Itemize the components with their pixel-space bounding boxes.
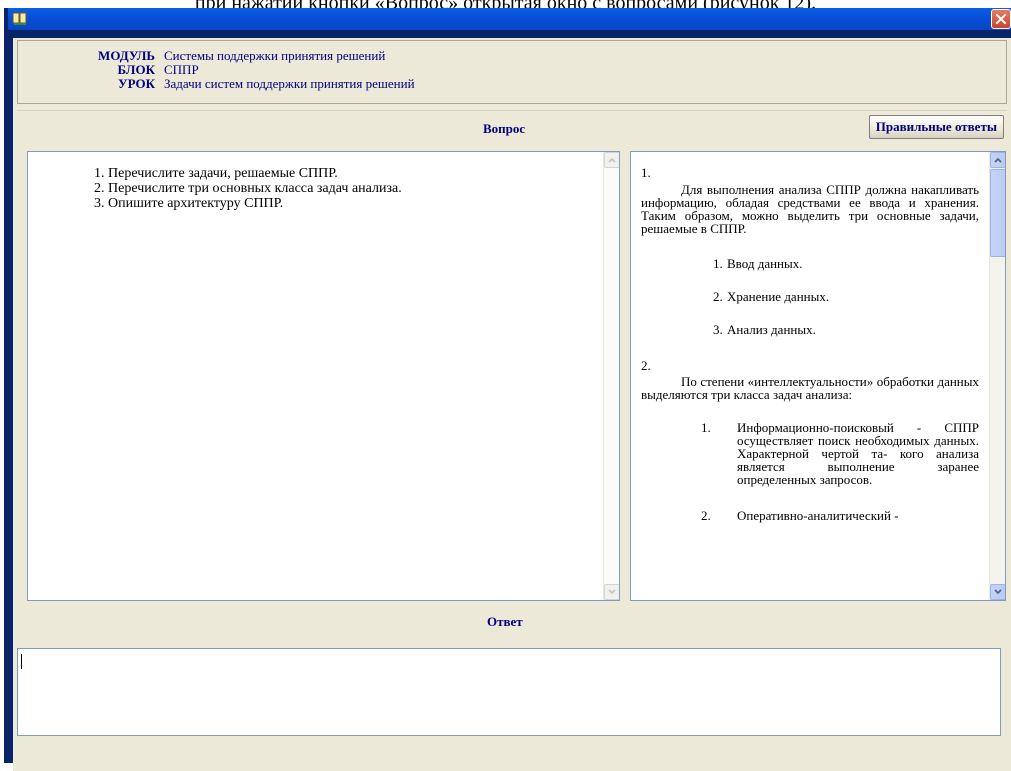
question-header-bar: Вопрос Правильные ответы bbox=[17, 110, 1007, 145]
block-value: СППР bbox=[164, 62, 199, 77]
correct-answers-pane[interactable]: 1. Для выполнения анализа СППР должна на… bbox=[630, 151, 1006, 601]
answer-1-paragraph: Для выполнения анализа СППР должна накап… bbox=[641, 182, 979, 236]
question-scrollbar[interactable] bbox=[603, 152, 619, 600]
answer-2-paragraph: По степени «интеллектуальности» обработк… bbox=[641, 374, 979, 402]
answer-2-item: 1. Информационно-поисковый - СППР осущест… bbox=[641, 421, 979, 486]
item-text: Хранение данных. bbox=[727, 289, 830, 304]
correct-answers-button[interactable]: Правильные ответы bbox=[868, 115, 1004, 139]
correct-answers-text: 1. Для выполнения анализа СППР должна на… bbox=[641, 166, 979, 522]
chevron-up-icon bbox=[994, 157, 1002, 163]
answer-input[interactable] bbox=[17, 648, 1001, 736]
scroll-up-button[interactable] bbox=[604, 152, 619, 168]
scroll-down-button[interactable] bbox=[990, 584, 1005, 600]
question-item: 3. Опишите архитектуру СППР. bbox=[94, 196, 284, 211]
item-text: Анализ данных. bbox=[727, 322, 816, 337]
answers-scrollbar[interactable] bbox=[989, 152, 1005, 600]
item-number: 3. bbox=[713, 322, 723, 337]
lesson-label: УРОК bbox=[118, 76, 155, 91]
answer-title: Ответ bbox=[487, 614, 523, 629]
text-caret bbox=[21, 654, 22, 669]
lesson-value: Задачи систем поддержки принятия решений bbox=[164, 76, 415, 91]
chevron-down-icon bbox=[994, 589, 1002, 595]
window-client-area: МОДУЛЬ Системы поддержки принятия решени… bbox=[13, 38, 1011, 771]
title-bar[interactable] bbox=[8, 8, 1011, 30]
app-book-icon bbox=[12, 12, 27, 25]
block-label: БЛОК bbox=[117, 62, 156, 77]
answer-1-item: 2. Хранение данных. bbox=[641, 290, 979, 303]
item-text: Ввод данных. bbox=[727, 256, 803, 271]
question-list: 1. Перечислите задачи, решаемые СППР. 2.… bbox=[94, 166, 402, 211]
answer-1-item: 1. Ввод данных. bbox=[641, 257, 979, 270]
chevron-down-icon bbox=[608, 589, 616, 595]
answer-1-item: 3. Анализ данных. bbox=[641, 323, 979, 336]
scroll-down-button[interactable] bbox=[604, 584, 619, 600]
question-item: 2. Перечислите три основных класса задач… bbox=[94, 181, 402, 196]
module-label: МОДУЛЬ bbox=[98, 48, 155, 63]
item-number: 1. bbox=[713, 256, 723, 271]
lesson-info-panel: МОДУЛЬ Системы поддержки принятия решени… bbox=[17, 40, 1007, 104]
scroll-up-button[interactable] bbox=[990, 152, 1005, 168]
module-value: Системы поддержки принятия решений bbox=[164, 48, 386, 63]
close-button[interactable] bbox=[991, 9, 1011, 29]
item-text: Оперативно-аналитический - bbox=[737, 508, 899, 523]
item-number: 1. bbox=[701, 420, 711, 435]
question-title: Вопрос bbox=[483, 121, 526, 136]
item-number: 2. bbox=[701, 508, 711, 523]
answer-2-item: 2. Оперативно-аналитический - bbox=[641, 509, 979, 522]
app-window: МОДУЛЬ Системы поддержки принятия решени… bbox=[4, 8, 1011, 771]
answer-1-number: 1. bbox=[641, 165, 651, 180]
chevron-up-icon bbox=[608, 157, 616, 163]
item-text: Информационно-поисковый - СППР осуществл… bbox=[737, 420, 979, 487]
question-text-pane[interactable]: 1. Перечислите задачи, решаемые СППР. 2.… bbox=[27, 151, 620, 601]
close-icon bbox=[995, 13, 1007, 25]
answer-header-bar: Ответ bbox=[17, 604, 1007, 639]
scroll-thumb[interactable] bbox=[990, 169, 1005, 257]
question-item: 1. Перечислите задачи, решаемые СППР. bbox=[94, 166, 338, 181]
item-number: 2. bbox=[713, 289, 723, 304]
answer-2-number: 2. bbox=[641, 358, 651, 373]
